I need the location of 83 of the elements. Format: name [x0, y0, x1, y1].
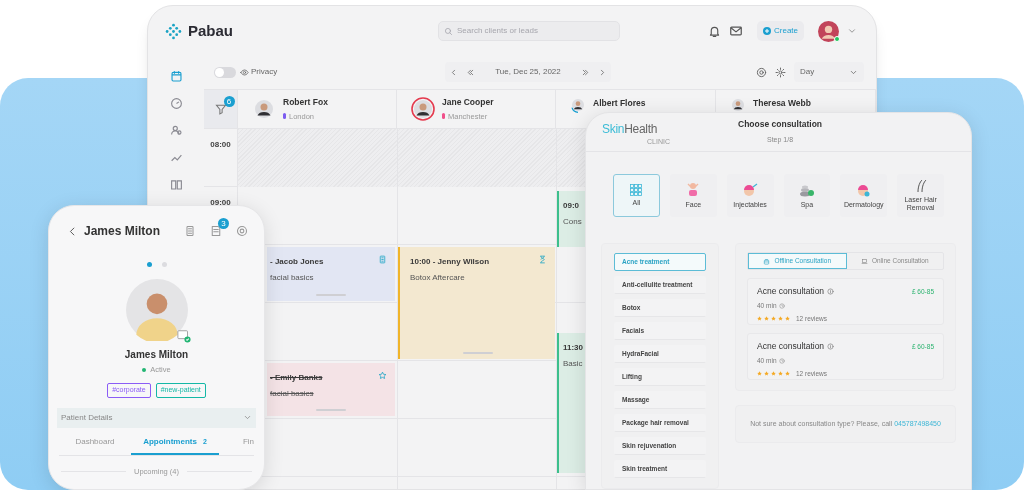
date-label: Tue, Dec 25, 2022	[495, 66, 561, 78]
consultation-title: Acne consultation	[757, 285, 825, 298]
star-icon	[771, 370, 776, 376]
bag-icon	[763, 257, 771, 265]
head-icon	[742, 182, 759, 198]
logo-icon	[165, 22, 182, 40]
figure-icon	[686, 182, 701, 198]
staff-name: Robert Fox	[283, 96, 328, 109]
appointment-card[interactable]: - Emily Banks facial basics	[267, 363, 395, 416]
double-chevron-right-icon[interactable]	[580, 67, 590, 77]
star-icon	[378, 371, 387, 380]
filter-count-badge: 6	[223, 96, 235, 107]
appointment-service: Botox Aftercare	[410, 272, 465, 284]
notes-count-badge: 3	[218, 218, 229, 229]
drag-handle[interactable]	[316, 294, 346, 296]
drag-handle[interactable]	[462, 352, 493, 354]
filter-icon[interactable]	[214, 103, 227, 115]
info-icon	[827, 342, 835, 350]
star-icon	[771, 315, 776, 321]
gauge-icon[interactable]	[169, 97, 183, 110]
star-icon	[778, 315, 783, 321]
star-icon	[757, 370, 762, 376]
patient-name: James Milton	[124, 348, 189, 362]
time-label: 08:00	[210, 140, 231, 149]
star-icon	[757, 315, 762, 321]
staff-name: Theresa Webb	[753, 97, 811, 110]
eye-icon	[240, 67, 249, 77]
appointment-service: facial basics	[270, 272, 314, 284]
appointment-card[interactable]: 09:0 Cons	[557, 191, 586, 247]
grid-icon	[630, 184, 643, 196]
time-label: 09:00	[210, 198, 231, 207]
appointment-card[interactable]: 10:00 - Jenny Wilson Botox Aftercare	[398, 247, 555, 359]
clock-icon	[778, 357, 785, 364]
clinic-logo: SkinHealth	[602, 120, 659, 138]
star-icon	[785, 370, 790, 376]
booking-title: Choose consultation	[738, 118, 823, 132]
people-icon[interactable]	[169, 124, 183, 137]
search-icon	[444, 26, 453, 36]
clipboard-icon	[378, 255, 387, 264]
book-icon[interactable]	[169, 178, 183, 191]
appointment-title: - Jacob Jones	[270, 256, 324, 268]
hourglass-icon	[538, 255, 547, 264]
notes-icon[interactable]	[210, 225, 222, 237]
staff-name: Jane Cooper	[442, 96, 494, 109]
consultation-title: Acne consultation	[757, 340, 825, 353]
star-icon	[778, 370, 783, 376]
avatar-icon	[411, 97, 435, 121]
appointment-service: Basic	[563, 358, 583, 370]
phone-title: James Milton	[84, 223, 161, 240]
drag-handle[interactable]	[316, 409, 346, 411]
privacy-toggle[interactable]	[214, 66, 236, 78]
app-logo-text: Pabau	[188, 20, 233, 41]
clipboard-icon[interactable]	[184, 225, 196, 237]
clock-icon	[778, 302, 785, 309]
head-icon	[855, 182, 872, 198]
appointment-card[interactable]: - Jacob Jones facial basics	[267, 247, 395, 301]
star-icon	[764, 370, 769, 376]
mail-icon[interactable]	[729, 24, 743, 38]
appointment-card[interactable]: 11:30 Basic	[557, 333, 586, 473]
star-icon	[764, 315, 769, 321]
bell-icon[interactable]	[708, 24, 721, 38]
lifebuoy-icon[interactable]	[756, 66, 767, 78]
card-check-icon	[176, 329, 191, 343]
avatar-icon	[570, 97, 586, 113]
info-icon	[827, 287, 835, 295]
avatar-icon[interactable]	[818, 20, 839, 42]
avatar-icon	[125, 279, 188, 341]
privacy-label: Privacy	[251, 66, 278, 78]
appointment-title: 11:30	[563, 342, 584, 354]
appointment-title: - Emily Banks	[270, 372, 323, 384]
appointment-service: facial basics	[270, 388, 314, 400]
staff-name: Albert Flores	[593, 97, 646, 110]
appointment-title: 10:00 - Jenny Wilson	[410, 256, 490, 268]
chevron-down-icon[interactable]	[847, 26, 857, 36]
plus-icon	[763, 27, 771, 35]
view-dropdown[interactable]: Day	[794, 62, 864, 82]
avatar-icon	[252, 97, 276, 121]
appointment-service: Cons	[563, 216, 582, 228]
double-chevron-left-icon[interactable]	[466, 67, 476, 77]
appointment-title: 09:0	[563, 200, 579, 212]
laptop-icon	[860, 257, 868, 265]
star-icon	[785, 315, 790, 321]
calendar-icon[interactable]	[169, 70, 183, 83]
